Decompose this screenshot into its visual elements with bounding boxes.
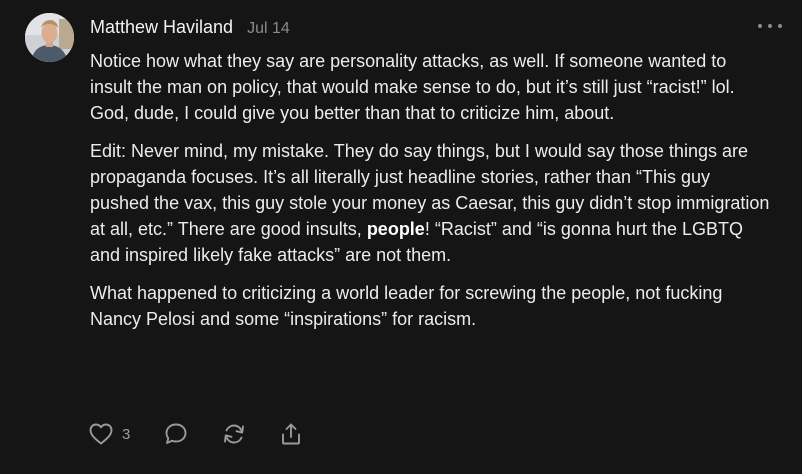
like-count: 3 bbox=[122, 425, 131, 443]
avatar[interactable] bbox=[25, 13, 74, 62]
restack-icon bbox=[224, 424, 245, 444]
restack-button[interactable] bbox=[222, 422, 246, 446]
comment-body: Notice how what they say are personality… bbox=[90, 48, 770, 344]
more-options-button[interactable] bbox=[758, 18, 782, 34]
comment-actions: 3 bbox=[89, 422, 336, 446]
comment-paragraph: What happened to criticizing a world lea… bbox=[90, 283, 723, 329]
comment-paragraph: Edit: Never mind, my mistake. They do sa… bbox=[90, 138, 770, 268]
author-name[interactable]: Matthew Haviland bbox=[90, 17, 233, 38]
comment-bubble-icon bbox=[165, 423, 187, 444]
more-options-icon bbox=[758, 24, 762, 28]
comment-bold-text: people bbox=[366, 219, 425, 239]
share-button[interactable] bbox=[280, 422, 302, 446]
comment-date[interactable]: Jul 14 bbox=[247, 20, 290, 38]
share-icon bbox=[282, 423, 301, 445]
comment-header: Matthew Haviland Jul 14 bbox=[90, 17, 290, 38]
more-options-icon-dot bbox=[778, 24, 782, 28]
comment-paragraph: Notice how what they say are personality… bbox=[90, 51, 735, 123]
heart-icon bbox=[89, 423, 113, 445]
like-button[interactable]: 3 bbox=[89, 423, 130, 445]
more-options-icon-dot bbox=[768, 24, 772, 28]
reply-button[interactable] bbox=[164, 422, 188, 446]
avatar-image bbox=[25, 13, 74, 62]
